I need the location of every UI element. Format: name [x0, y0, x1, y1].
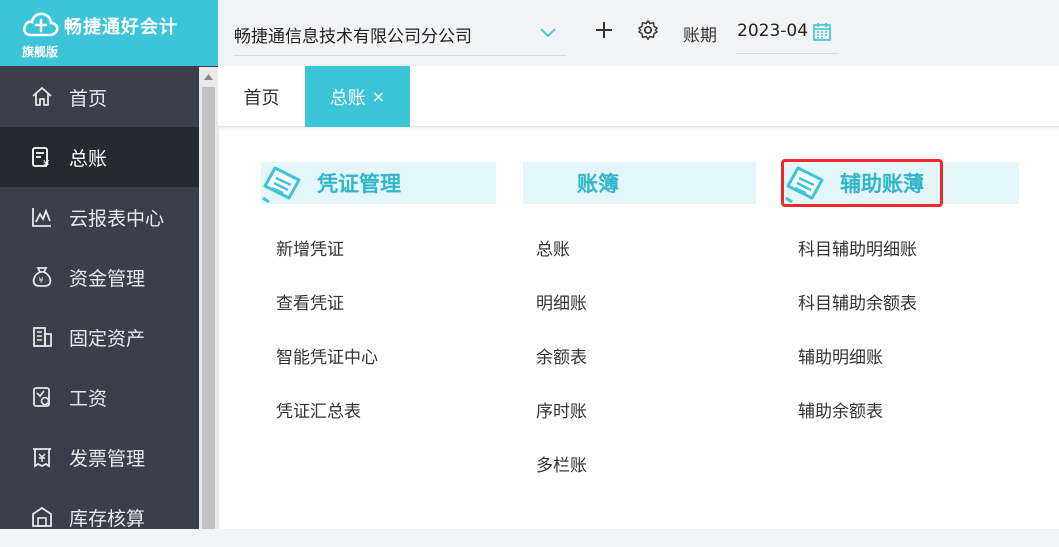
sidebar-item-label: 云报表中心: [69, 207, 165, 230]
books-title: 账簿: [577, 172, 619, 196]
money-bag-icon: ¥: [30, 265, 54, 289]
company-select[interactable]: 畅捷通信息技术有限公司分公司: [234, 14, 566, 56]
menu-item-view-voucher[interactable]: 查看凭证: [276, 274, 496, 328]
sidebar-item-fixed-assets[interactable]: 固定资产: [0, 307, 199, 367]
sidebar-item-label: 资金管理: [69, 267, 146, 290]
calendar-icon[interactable]: [812, 22, 832, 42]
menu-item-aux-detail[interactable]: 辅助明细账: [798, 328, 1019, 382]
gear-icon[interactable]: [636, 18, 660, 42]
books-column: 账簿 总账 明细账 余额表 序时账 多栏账: [523, 162, 756, 490]
menu-item-aux-balance[interactable]: 辅助余额表: [798, 382, 1019, 436]
sidebar-item-report-center[interactable]: 云报表中心: [0, 187, 199, 247]
aux-header: 辅助账薄: [784, 162, 1019, 204]
sidebar-item-label: 首页: [69, 87, 108, 110]
svg-text:¥: ¥: [39, 276, 44, 285]
home-icon: [30, 85, 54, 109]
tab-label: 首页: [243, 87, 280, 109]
sidebar-scrollbar[interactable]: [199, 67, 218, 529]
brand-logo[interactable]: 畅捷通好会计 旗舰版: [0, 0, 218, 66]
sidebar-item-salary[interactable]: 工资: [0, 367, 199, 427]
brand-edition: 旗舰版: [22, 45, 59, 59]
sidebar-item-label: 库存核算: [69, 507, 146, 530]
period-value: 2023-04: [737, 21, 809, 41]
menu-item-detail-ledger[interactable]: 明细账: [536, 274, 756, 328]
ledger-menu-panel: 凭证管理 新增凭证 查看凭证 智能凭证中心 凭证汇总表 账簿 总账 明细账 余额…: [218, 127, 1059, 529]
sidebar-item-label: 固定资产: [69, 327, 146, 350]
voucher-title: 凭证管理: [317, 172, 401, 196]
voucher-note-icon: [262, 166, 301, 204]
close-icon[interactable]: ×: [372, 87, 385, 106]
menu-item-voucher-summary[interactable]: 凭证汇总表: [276, 382, 496, 436]
sidebar-item-label: 工资: [69, 387, 108, 410]
cloud-logo-icon: [22, 12, 59, 37]
tab-label: 总账: [329, 87, 366, 109]
salary-icon: [30, 385, 54, 409]
menu-item-balance-sheet[interactable]: 余额表: [536, 328, 756, 382]
tab-bar: 首页 总账 ×: [218, 66, 1059, 127]
menu-item-subject-aux-detail[interactable]: 科目辅助明细账: [798, 220, 1019, 274]
voucher-header: 凭证管理: [261, 162, 496, 204]
scrollbar-thumb[interactable]: [202, 87, 215, 529]
warehouse-icon: [30, 505, 54, 529]
sidebar-item-ledger[interactable]: ¥ 总账: [0, 127, 199, 187]
aux-title: 辅助账薄: [840, 172, 924, 196]
tab-ledger[interactable]: 总账 ×: [305, 66, 410, 127]
chevron-down-icon: [540, 28, 556, 38]
menu-item-subject-aux-balance[interactable]: 科目辅助余额表: [798, 274, 1019, 328]
aux-column: 辅助账薄 科目辅助明细账 科目辅助余额表 辅助明细账 辅助余额表: [784, 162, 1019, 436]
menu-item-multi-column[interactable]: 多栏账: [536, 436, 756, 490]
sidebar-item-invoice[interactable]: 发票管理: [0, 427, 199, 487]
menu-item-new-voucher[interactable]: 新增凭证: [276, 220, 496, 274]
scroll-up-arrow-icon[interactable]: [199, 67, 218, 86]
brand-title: 畅捷通好会计: [64, 17, 178, 38]
sidebar: 畅捷通好会计 旗舰版 首页 ¥ 总账 云报表中心 ¥ 资金管理 固定资产 工资 …: [0, 0, 218, 530]
aux-note-icon: [785, 166, 824, 204]
voucher-column: 凭证管理 新增凭证 查看凭证 智能凭证中心 凭证汇总表: [261, 162, 496, 436]
menu-item-general-ledger[interactable]: 总账: [536, 220, 756, 274]
sidebar-item-home[interactable]: 首页: [0, 67, 199, 127]
period-label: 账期: [683, 26, 717, 46]
sidebar-item-label: 总账: [69, 147, 108, 170]
sidebar-item-fund[interactable]: ¥ 资金管理: [0, 247, 199, 307]
menu-item-smart-voucher[interactable]: 智能凭证中心: [276, 328, 496, 382]
menu-item-journal[interactable]: 序时账: [536, 382, 756, 436]
period-picker[interactable]: 2023-04: [736, 14, 838, 54]
add-icon[interactable]: [592, 18, 616, 42]
sidebar-nav: 首页 ¥ 总账 云报表中心 ¥ 资金管理 固定资产 工资 发票管理 库存核算: [0, 67, 199, 547]
sidebar-item-inventory[interactable]: 库存核算: [0, 487, 199, 547]
books-header: 账簿: [523, 162, 756, 204]
svg-text:¥: ¥: [43, 159, 49, 169]
sidebar-item-label: 发票管理: [69, 447, 146, 470]
tab-home[interactable]: 首页: [218, 66, 305, 127]
company-name: 畅捷通信息技术有限公司分公司: [234, 27, 472, 47]
building-icon: [30, 325, 54, 349]
ledger-icon: ¥: [30, 145, 54, 169]
invoice-icon: [30, 445, 54, 469]
top-bar: 畅捷通信息技术有限公司分公司 账期 2023-04: [218, 0, 1059, 66]
chart-icon: [30, 205, 54, 229]
